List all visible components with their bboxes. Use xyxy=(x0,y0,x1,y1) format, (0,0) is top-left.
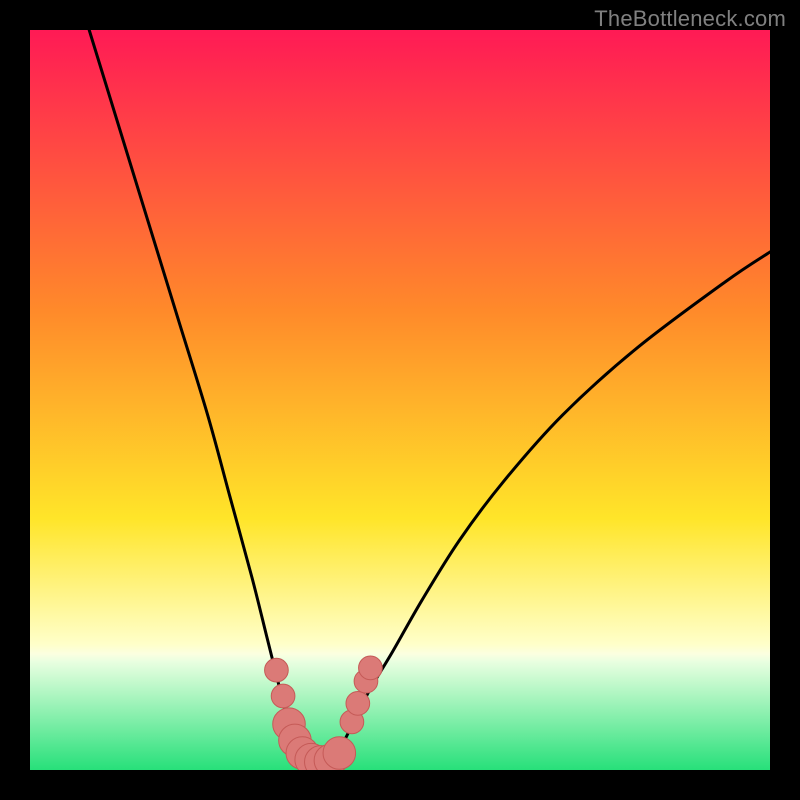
data-marker xyxy=(271,684,295,708)
data-marker xyxy=(359,656,383,680)
data-marker xyxy=(265,658,289,682)
bottleneck-curve xyxy=(89,30,770,763)
chart-svg xyxy=(30,30,770,770)
watermark-text: TheBottleneck.com xyxy=(594,6,786,32)
stage: TheBottleneck.com xyxy=(0,0,800,800)
plot-area xyxy=(30,30,770,770)
data-marker xyxy=(323,737,356,770)
data-marker xyxy=(346,692,370,716)
